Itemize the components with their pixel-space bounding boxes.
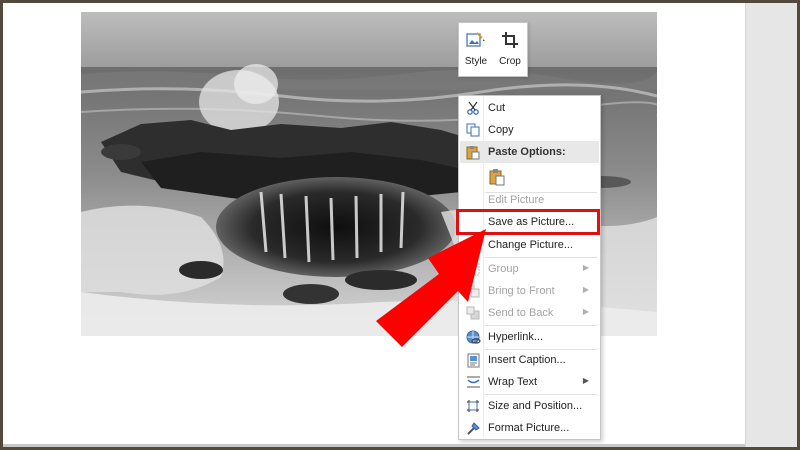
clipboard-icon <box>465 144 481 160</box>
crop-button[interactable]: Crop <box>493 29 527 76</box>
paste-options-header: Paste Options: <box>460 141 599 163</box>
menu-item-label: Hyperlink... <box>488 331 544 343</box>
menu-item-size-and-position[interactable]: Size and Position... <box>460 395 599 417</box>
wrap-text-icon <box>465 374 481 390</box>
paste-clipboard-icon <box>489 169 505 186</box>
scissors-icon <box>465 100 481 116</box>
menu-item-label: Send to Back <box>488 307 554 319</box>
style-label: Style <box>464 56 488 67</box>
menu-item-label: Bring to Front <box>488 285 555 297</box>
menu-item-format-picture[interactable]: Format Picture... <box>460 417 599 439</box>
document-page: Style Crop Cut Copy Paste Options: Edit … <box>3 3 745 447</box>
menu-item-label: Size and Position... <box>488 400 583 412</box>
mini-toolbar: Style Crop <box>458 22 528 77</box>
menu-item-copy[interactable]: Copy <box>460 119 599 141</box>
menu-item-label: Paste Options: <box>488 146 566 158</box>
menu-item-label: Cut <box>488 102 506 114</box>
size-position-icon <box>465 398 481 414</box>
insert-caption-icon <box>465 352 481 368</box>
menu-item-label: Insert Caption... <box>488 354 566 366</box>
paste-keep-source-button[interactable] <box>460 164 599 192</box>
picture-style-icon <box>466 29 486 51</box>
menu-item-label: Change Picture... <box>488 239 573 251</box>
menu-item-edit-picture: Edit Picture <box>460 189 599 211</box>
submenu-arrow-icon: ▶ <box>582 285 589 294</box>
submenu-arrow-icon: ▶ <box>582 263 589 272</box>
menu-item-label: Group <box>488 263 519 275</box>
app-frame: Style Crop Cut Copy Paste Options: Edit … <box>3 3 797 447</box>
page-edge <box>3 444 745 447</box>
pointer-arrow-icon <box>376 229 486 347</box>
vertical-scroll-area[interactable] <box>745 3 797 447</box>
submenu-arrow-icon: ▶ <box>582 307 589 316</box>
crop-icon <box>501 29 519 51</box>
menu-item-wrap-text[interactable]: Wrap Text ▶ <box>460 371 599 393</box>
submenu-arrow-icon: ▶ <box>582 376 589 385</box>
menu-item-label: Format Picture... <box>488 422 570 434</box>
menu-item-cut[interactable]: Cut <box>460 97 599 119</box>
copy-icon <box>465 122 481 138</box>
format-picture-icon <box>465 420 481 436</box>
style-button[interactable]: Style <box>459 29 493 76</box>
menu-item-label: Wrap Text <box>488 376 538 388</box>
menu-item-insert-caption[interactable]: Insert Caption... <box>460 349 599 371</box>
crop-label: Crop <box>499 56 521 67</box>
menu-item-label: Edit Picture <box>488 194 545 206</box>
menu-item-label: Copy <box>488 124 514 136</box>
